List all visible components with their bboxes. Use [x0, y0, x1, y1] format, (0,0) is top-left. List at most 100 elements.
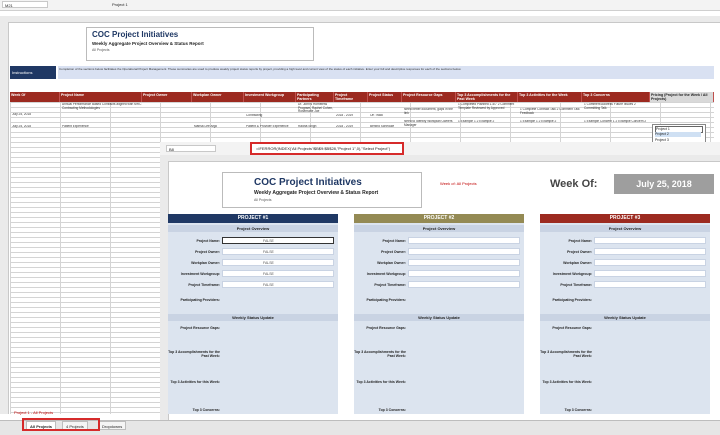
- field-value[interactable]: FALSE: [222, 281, 334, 288]
- status-field-label: Top 3 Concerns:: [192, 408, 220, 412]
- front-formula-bar: [160, 142, 720, 156]
- header-activities[interactable]: Top 3 Activities for the Week: [518, 92, 582, 102]
- cell-project-name[interactable]: Patient Experience: [62, 125, 142, 129]
- sheet-title: COC Project Initiatives: [92, 30, 179, 39]
- formula-text[interactable]: Project 1: [112, 1, 128, 8]
- name-box[interactable]: M21: [2, 1, 48, 8]
- header-accomplishments[interactable]: Top 3 Accomplishments for the Past Week: [456, 92, 518, 102]
- header-participating-partners[interactable]: Participating Partners: [296, 92, 334, 102]
- cell-week[interactable]: July 25, 2018: [12, 113, 58, 117]
- week-of-label: Week Of:: [550, 178, 598, 190]
- row-header-bar: [0, 22, 9, 414]
- instructions-text: Completion of the sections below facilit…: [58, 66, 714, 79]
- cell-timeframe[interactable]: 2018 - 2019: [336, 114, 368, 118]
- cell-investment[interactable]: Contracting: [246, 114, 296, 118]
- cell-investment[interactable]: Patient & Provider Experience: [246, 125, 296, 133]
- field-label: Project Timeframe:: [188, 283, 220, 287]
- field-value[interactable]: [408, 270, 520, 277]
- front-title: COC Project Initiatives: [254, 177, 362, 188]
- cell-week[interactable]: July 25, 2018: [12, 125, 58, 129]
- cell-accomplishments[interactable]: 1 Example 1 2 Example 2: [458, 120, 518, 130]
- status-field-label: Project Resource Gaps:: [552, 326, 592, 330]
- field-value[interactable]: FALSE: [222, 270, 334, 277]
- field-value[interactable]: FALSE: [222, 248, 334, 255]
- header-concerns[interactable]: Top 3 Concerns: [582, 92, 650, 102]
- status-field-label: Project Resource Gaps:: [180, 326, 220, 330]
- cell-gaps[interactable]: Need to Identify Workplan Owners Manager: [404, 120, 456, 130]
- front-formula-text[interactable]: =IFERROR(INDEX('All Projects'!$B$9:$B$28…: [250, 142, 404, 155]
- front-column-header: [160, 155, 720, 162]
- status-field-label: Top 3 Concerns:: [564, 408, 592, 412]
- field-value[interactable]: [594, 270, 706, 277]
- overview-label: Project Overview: [168, 225, 338, 232]
- status-field-label: Top 3 Activities for this Week:: [170, 380, 220, 384]
- field-value[interactable]: [408, 248, 520, 255]
- cell-partners[interactable]: Radha Singh: [298, 125, 334, 129]
- field-label: Project Name:: [196, 239, 220, 243]
- header-workplan-owner[interactable]: Workplan Owner: [192, 92, 244, 102]
- status-label: Weekly Status Update: [540, 314, 710, 321]
- field-value[interactable]: [594, 237, 706, 244]
- status-field-label: Top 3 Accomplishments for the Past Week:: [354, 350, 406, 358]
- project-panel-3: PROJECT #3 Project Overview Project Name…: [540, 214, 710, 414]
- front-name-box[interactable]: B8: [166, 145, 216, 152]
- cell-partners[interactable]: Dr. John's Homeless Program, Rachel Cohe…: [298, 103, 334, 119]
- formula-bar: [0, 0, 720, 11]
- field-value[interactable]: [594, 281, 706, 288]
- header-project-name[interactable]: Project Name: [60, 92, 142, 102]
- cell-accomplishments[interactable]: 1 Completed Planned 1-4/7 2 Comment Temp…: [458, 103, 518, 119]
- side-note: Project 1 - All Projects: [14, 410, 54, 415]
- status-field-label: Top 3 Activities for this Week:: [356, 380, 406, 384]
- field-label: Project Name:: [382, 239, 406, 243]
- front-subtitle: Weekly Aggregate Project Overview & Stat…: [254, 190, 379, 196]
- field-label: Project Timeframe:: [374, 283, 406, 287]
- cell-activities[interactable]: 1 Complete Contract Talk 2 Comment Talk …: [520, 108, 582, 120]
- header-week-of[interactable]: Week Of: [10, 92, 60, 102]
- field-value[interactable]: FALSE: [222, 259, 334, 266]
- field-label: Investment Workgroup:: [552, 272, 592, 276]
- cell-status[interactable]: On Track: [370, 114, 402, 118]
- cell-gaps[interactable]: Need better document, gaps in the link: [404, 108, 456, 118]
- cell-activities[interactable]: 1 Example 1 2 Example 2: [520, 120, 582, 130]
- week-of-value[interactable]: July 25, 2018: [614, 174, 714, 194]
- field-label: Project Timeframe:: [560, 283, 592, 287]
- cell-timeframe[interactable]: 2018 - 2019: [336, 125, 368, 129]
- status-field-label: Top 3 Accomplishments for the Past Week:: [168, 350, 220, 358]
- cell-status[interactable]: Behind Schedule: [370, 125, 402, 133]
- status-field-label: Project Resource Gaps:: [366, 326, 406, 330]
- cell-project-name[interactable]: Annual Performance Based Contracts align…: [62, 103, 142, 119]
- field-value[interactable]: FALSE: [222, 237, 334, 244]
- field-label: Project Name:: [568, 239, 592, 243]
- participating-label: Participating Providers:: [366, 298, 406, 302]
- project-panel-2: PROJECT #2 Project Overview Project Name…: [354, 214, 524, 414]
- field-label: Project Owner:: [195, 250, 220, 254]
- instructions-label: Instructions: [10, 66, 56, 79]
- tab-dropdowns[interactable]: Dropdowns: [98, 421, 127, 430]
- field-value[interactable]: [594, 259, 706, 266]
- field-value[interactable]: [408, 259, 520, 266]
- header-project-status[interactable]: Project Status: [368, 92, 402, 102]
- field-label: Investment Workgroup:: [366, 272, 406, 276]
- cell-workplan-owner[interactable]: Marisa Lee Argo: [194, 125, 244, 129]
- project-panel-1: PROJECT #1 Project Overview Project Name…: [168, 214, 338, 414]
- dropdown-option[interactable]: Project 2: [655, 132, 701, 137]
- field-value[interactable]: [408, 237, 520, 244]
- field-label: Project Owner:: [567, 250, 592, 254]
- header-project-timeframe[interactable]: Project Timeframe: [334, 92, 368, 102]
- header-project-owner[interactable]: Project Owner: [142, 92, 192, 102]
- cell-concerns[interactable]: 1 Example Concern 1 2 Example Concern 2: [584, 120, 650, 130]
- front-small: All Projects: [254, 198, 272, 202]
- header-resource-gaps[interactable]: Project Resource Gaps: [402, 92, 456, 102]
- header-pricing[interactable]: Pricing (Project for the Week / All Proj…: [650, 92, 714, 102]
- cell-concerns[interactable]: 1 Comment Address Future Issues 2 Commit…: [584, 103, 650, 119]
- project-header: PROJECT #3: [540, 214, 710, 223]
- field-value[interactable]: [594, 248, 706, 255]
- status-label: Weekly Status Update: [168, 314, 338, 321]
- participating-label: Participating Providers:: [180, 298, 220, 302]
- overview-label: Project Overview: [354, 225, 524, 232]
- field-value[interactable]: [408, 281, 520, 288]
- sheet-subtitle: Weekly Aggregate Project Overview & Stat…: [92, 41, 204, 46]
- header-investment-workgroup[interactable]: Investment Workgroup: [244, 92, 296, 102]
- field-label: Investment Workgroup:: [180, 272, 220, 276]
- participating-label: Participating Providers:: [552, 298, 592, 302]
